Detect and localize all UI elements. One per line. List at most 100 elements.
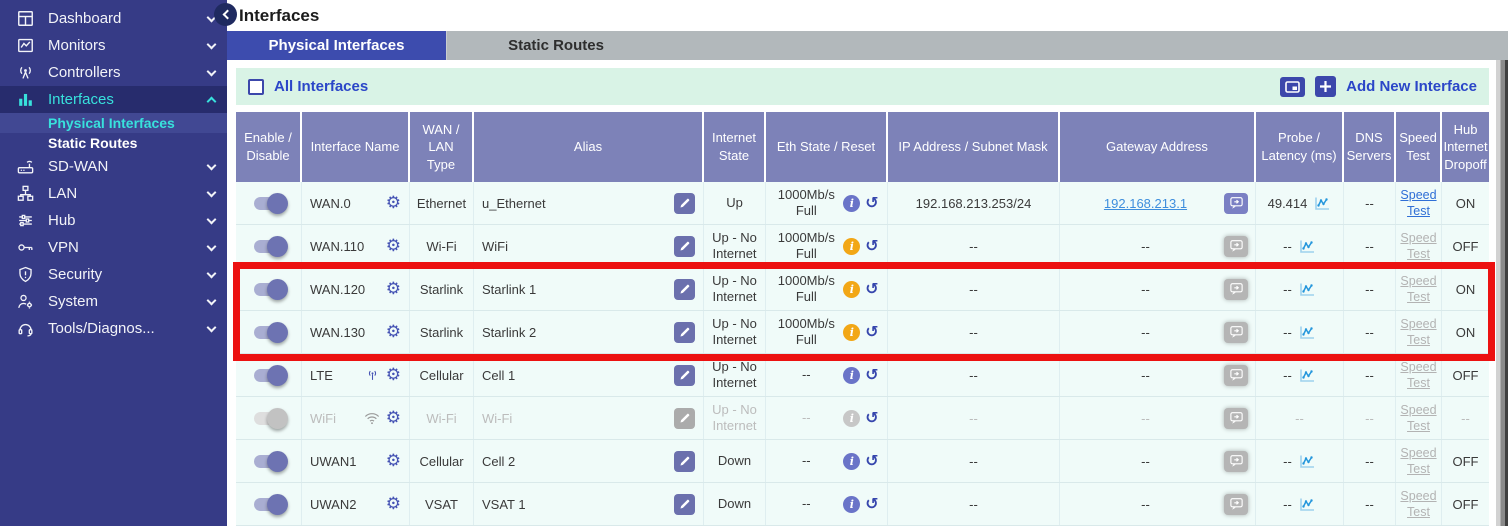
gear-icon[interactable]: ⚙	[386, 367, 401, 384]
gear-icon[interactable]: ⚙	[386, 324, 401, 341]
latency-chart-icon[interactable]	[1299, 239, 1316, 254]
sidebar-item-sdwan[interactable]: SD-WAN	[0, 153, 227, 180]
hub-dropoff-text: --	[1461, 411, 1470, 426]
reset-icon[interactable]: ↺	[865, 195, 878, 211]
info-icon[interactable]: i	[843, 195, 860, 212]
enable-toggle[interactable]	[254, 283, 284, 296]
latency-chart-icon[interactable]	[1314, 196, 1331, 211]
sidebar-item-system[interactable]: System	[0, 288, 227, 315]
all-interfaces-checkbox[interactable]	[248, 79, 264, 95]
ip-text: --	[969, 368, 978, 383]
tab-static-routes[interactable]: Static Routes	[446, 31, 665, 60]
enable-toggle[interactable]	[254, 197, 284, 210]
gateway-console-icon[interactable]	[1224, 451, 1248, 472]
reset-icon[interactable]: ↺	[865, 496, 878, 512]
sidebar-item-label: Interfaces	[48, 91, 208, 108]
info-icon[interactable]: i	[843, 453, 860, 470]
enable-disable-cell	[236, 440, 302, 482]
enable-toggle[interactable]	[254, 498, 284, 511]
speed-test-link[interactable]: Speed Test	[1400, 187, 1437, 220]
latency-chart-icon[interactable]	[1299, 497, 1316, 512]
gateway-console-icon[interactable]	[1224, 494, 1248, 515]
info-icon[interactable]: i	[843, 410, 860, 427]
sidebar-item-dashboard[interactable]: Dashboard	[0, 5, 227, 32]
ip-subnet-cell: --	[888, 440, 1060, 482]
latency-chart-icon[interactable]	[1299, 454, 1316, 469]
sidebar-item-lan[interactable]: LAN	[0, 180, 227, 207]
enable-toggle[interactable]	[254, 240, 284, 253]
reset-icon[interactable]: ↺	[865, 410, 878, 426]
speed-test-link[interactable]: Speed Test	[1400, 273, 1437, 306]
reset-icon[interactable]: ↺	[865, 281, 878, 297]
gear-icon[interactable]: ⚙	[386, 195, 401, 212]
sidebar-subitem-static-routes[interactable]: Static Routes	[0, 133, 227, 153]
popup-window-icon[interactable]	[1280, 77, 1305, 97]
edit-alias-icon[interactable]	[674, 494, 695, 515]
sidebar: Dashboard Monitors Controllers Interface…	[0, 0, 227, 526]
interface-name-cell: LTE⚙	[302, 354, 410, 396]
column-header: Alias	[474, 112, 704, 182]
speed-test-link[interactable]: Speed Test	[1400, 359, 1437, 392]
latency-chart-icon[interactable]	[1299, 325, 1316, 340]
enable-toggle[interactable]	[254, 455, 284, 468]
speed-test-link[interactable]: Speed Test	[1400, 230, 1437, 263]
sidebar-item-security[interactable]: Security	[0, 261, 227, 288]
edit-alias-icon[interactable]	[674, 279, 695, 300]
page-title: Interfaces	[239, 6, 319, 26]
edit-alias-icon[interactable]	[674, 451, 695, 472]
speed-test-link[interactable]: Speed Test	[1400, 316, 1437, 349]
dns-text: --	[1365, 196, 1374, 211]
vertical-scrollbar[interactable]	[1496, 60, 1508, 526]
plus-icon[interactable]	[1315, 76, 1336, 97]
gateway-console-icon[interactable]	[1224, 322, 1248, 343]
chevron-down-icon	[207, 39, 217, 49]
reset-icon[interactable]: ↺	[865, 367, 878, 383]
info-icon[interactable]: i	[843, 324, 860, 341]
latency-chart-icon[interactable]	[1299, 282, 1316, 297]
gateway-link[interactable]: 192.168.213.1	[1067, 196, 1224, 211]
enable-toggle[interactable]	[254, 369, 284, 382]
edit-alias-icon[interactable]	[674, 193, 695, 214]
add-new-interface-button[interactable]: Add New Interface	[1346, 78, 1477, 95]
reset-icon[interactable]: ↺	[865, 238, 878, 254]
sidebar-item-vpn[interactable]: VPN	[0, 234, 227, 261]
sidebar-item-controllers[interactable]: Controllers	[0, 59, 227, 86]
sidebar-collapse-button[interactable]	[214, 3, 237, 26]
info-icon[interactable]: i	[843, 367, 860, 384]
gateway-cell: 192.168.213.1	[1060, 182, 1256, 224]
reset-icon[interactable]: ↺	[865, 453, 878, 469]
info-icon[interactable]: i	[843, 496, 860, 513]
sidebar-subitem-physical-interfaces[interactable]: Physical Interfaces	[0, 113, 227, 133]
info-icon[interactable]: i	[843, 281, 860, 298]
gateway-console-icon[interactable]	[1224, 408, 1248, 429]
speed-test-cell: Speed Test	[1396, 440, 1442, 482]
edit-alias-icon[interactable]	[674, 236, 695, 257]
sidebar-item-interfaces[interactable]: Interfaces	[0, 86, 227, 113]
gateway-cell: --	[1060, 354, 1256, 396]
gear-icon[interactable]: ⚙	[386, 410, 401, 427]
sidebar-item-hub[interactable]: Hub	[0, 207, 227, 234]
info-icon[interactable]: i	[843, 238, 860, 255]
gateway-console-icon[interactable]	[1224, 279, 1248, 300]
gateway-console-icon[interactable]	[1224, 365, 1248, 386]
gateway-console-icon[interactable]	[1224, 236, 1248, 257]
sidebar-item-monitors[interactable]: Monitors	[0, 32, 227, 59]
sidebar-item-tools-diagnostics[interactable]: Tools/Diagnos...	[0, 315, 227, 342]
enable-toggle[interactable]	[254, 412, 284, 425]
speed-test-link[interactable]: Speed Test	[1400, 402, 1437, 435]
edit-alias-icon[interactable]	[674, 408, 695, 429]
latency-chart-icon[interactable]	[1299, 368, 1316, 383]
gear-icon[interactable]: ⚙	[386, 281, 401, 298]
speed-test-cell: Speed Test	[1396, 354, 1442, 396]
gear-icon[interactable]: ⚙	[386, 496, 401, 513]
gateway-console-icon[interactable]	[1224, 193, 1248, 214]
enable-toggle[interactable]	[254, 326, 284, 339]
speed-test-link[interactable]: Speed Test	[1400, 445, 1437, 478]
edit-alias-icon[interactable]	[674, 322, 695, 343]
speed-test-link[interactable]: Speed Test	[1400, 488, 1437, 521]
reset-icon[interactable]: ↺	[865, 324, 878, 340]
gear-icon[interactable]: ⚙	[386, 453, 401, 470]
tab-physical-interfaces[interactable]: Physical Interfaces	[227, 31, 446, 60]
edit-alias-icon[interactable]	[674, 365, 695, 386]
gear-icon[interactable]: ⚙	[386, 238, 401, 255]
